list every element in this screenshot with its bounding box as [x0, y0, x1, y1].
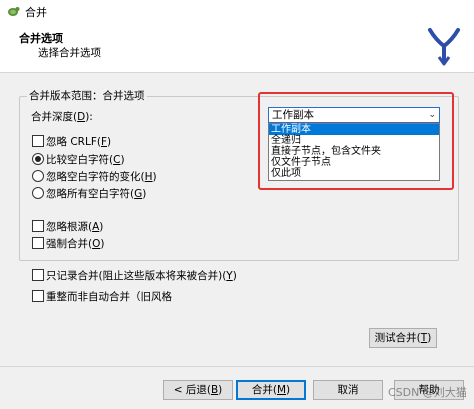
- ignore-ancestry-checkbox[interactable]: [32, 220, 44, 232]
- force-merge-checkbox[interactable]: [32, 237, 44, 249]
- reintegrate-checkbox[interactable]: [32, 290, 44, 302]
- ignore-ancestry-label: 忽略根源(A): [46, 221, 104, 233]
- compare-whitespace-radio[interactable]: [32, 153, 44, 165]
- compare-whitespace-label: 比较空白字符(C): [46, 154, 125, 166]
- test-merge-button[interactable]: 测试合并(T): [369, 328, 437, 348]
- ignore-whitespace-changes-radio[interactable]: [32, 170, 44, 182]
- merge-arrows-logo: [428, 28, 460, 66]
- merge-depth-label: 合并深度(D):: [31, 111, 93, 123]
- force-merge-label: 强制合并(O): [46, 238, 105, 250]
- merge-button[interactable]: 合并(M): [236, 380, 306, 400]
- back-button[interactable]: < 后退(B): [163, 380, 233, 400]
- record-only-label: 只记录合并(阻止这些版本将来被合并)(Y): [46, 270, 237, 282]
- reintegrate-label: 重整而非自动合并（旧风格: [46, 291, 172, 303]
- ignore-crlf-label: 忽略 CRLF(F): [46, 136, 112, 148]
- ignore-whitespace-changes-label: 忽略空白字符的变化(H): [46, 171, 157, 183]
- title-bar: [0, 0, 474, 22]
- ignore-all-whitespace-label: 忽略所有空白字符(G): [46, 188, 147, 200]
- footer-separator: [0, 366, 474, 367]
- watermark: CSDN @刘大猫: [388, 386, 467, 399]
- cancel-button[interactable]: 取消: [313, 380, 383, 400]
- page-title: 合并选项: [19, 32, 63, 45]
- window-title: 合并: [25, 6, 47, 19]
- groupbox-title: 合并版本范围：合并选项: [27, 88, 147, 103]
- tortoise-icon: [8, 7, 20, 16]
- annotation-highlight-box: [258, 92, 454, 190]
- page-subtitle: 选择合并选项: [38, 47, 101, 59]
- record-only-checkbox[interactable]: [32, 269, 44, 281]
- ignore-crlf-checkbox[interactable]: [32, 135, 44, 147]
- ignore-all-whitespace-radio[interactable]: [32, 187, 44, 199]
